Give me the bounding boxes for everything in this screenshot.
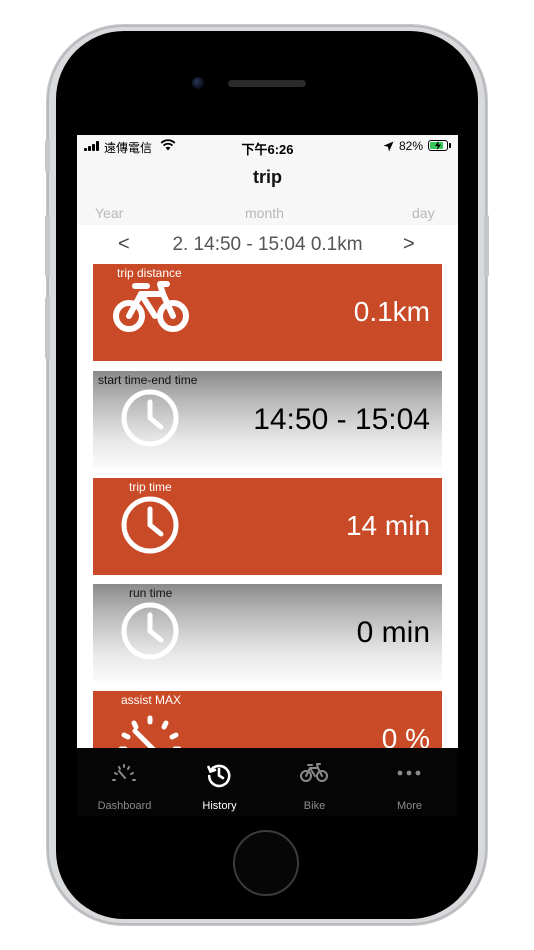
battery-charging-icon (428, 140, 448, 151)
battery-percent: 82% (399, 139, 424, 153)
speedometer-icon (115, 709, 185, 748)
app-screen: 遠傳電信 下午6:26 82% trip Year month day < 2.… (77, 135, 458, 816)
card-value: 14 min (345, 510, 430, 541)
front-camera (192, 77, 204, 89)
trip-selector: < 2. 14:50 - 15:04 0.1km > (77, 225, 458, 261)
power-button (484, 215, 489, 277)
card-value: 0 min (356, 616, 430, 649)
tab-label: Bike (303, 800, 326, 812)
clock-icon (120, 388, 180, 453)
card-label: assist MAX (121, 693, 182, 707)
card-assist-max: assist MAX 0 % (93, 691, 442, 748)
status-bar: 遠傳電信 下午6:26 82% (77, 135, 458, 159)
history-icon (206, 762, 232, 793)
tab-label: Dashboard (97, 800, 152, 812)
bicycle-icon (111, 278, 191, 343)
tab-bar: Dashboard History Bike More (77, 748, 458, 816)
next-trip-button[interactable]: > (403, 233, 415, 256)
card-label: start time-end time (98, 373, 198, 387)
card-start-end-time: start time-end time 14:50 - 15:04 (93, 371, 442, 468)
mute-switch (45, 140, 50, 172)
home-button[interactable] (233, 830, 299, 896)
tab-year[interactable]: Year (95, 205, 123, 221)
card-trip-distance: trip distance 0.1km (93, 264, 442, 361)
trip-selector-label: 2. 14:50 - 15:04 0.1km (172, 234, 363, 255)
trip-stats-list: trip distance 0.1km start time-end time (77, 261, 458, 748)
tab-more[interactable]: More (362, 748, 457, 816)
period-tabs: Year month day (77, 205, 458, 225)
clock-icon (120, 495, 180, 560)
page-title: trip (253, 167, 282, 187)
card-run-time: run time 0 min (93, 584, 442, 681)
volume-down-button (45, 297, 50, 359)
tab-label: History (202, 800, 237, 812)
tab-dashboard[interactable]: Dashboard (77, 748, 172, 816)
earpiece-speaker (228, 80, 306, 87)
clock-icon (120, 601, 180, 666)
tab-bike[interactable]: Bike (267, 748, 362, 816)
card-trip-time: trip time 14 min (93, 478, 442, 575)
speedometer-icon (111, 762, 137, 789)
battery-tip (449, 143, 451, 148)
card-value: 0.1km (353, 296, 430, 327)
tab-history[interactable]: History (172, 748, 267, 816)
volume-up-button (45, 215, 50, 277)
card-value: 14:50 - 15:04 (253, 403, 430, 436)
tab-month[interactable]: month (245, 205, 284, 221)
bicycle-icon (300, 762, 328, 789)
location-arrow-icon (383, 140, 394, 155)
tab-label: More (396, 800, 423, 812)
more-dots-icon (396, 762, 422, 789)
card-label: trip time (129, 480, 172, 494)
card-value: 0 % (381, 723, 430, 748)
card-label: run time (129, 586, 173, 600)
tab-day[interactable]: day (412, 205, 435, 221)
